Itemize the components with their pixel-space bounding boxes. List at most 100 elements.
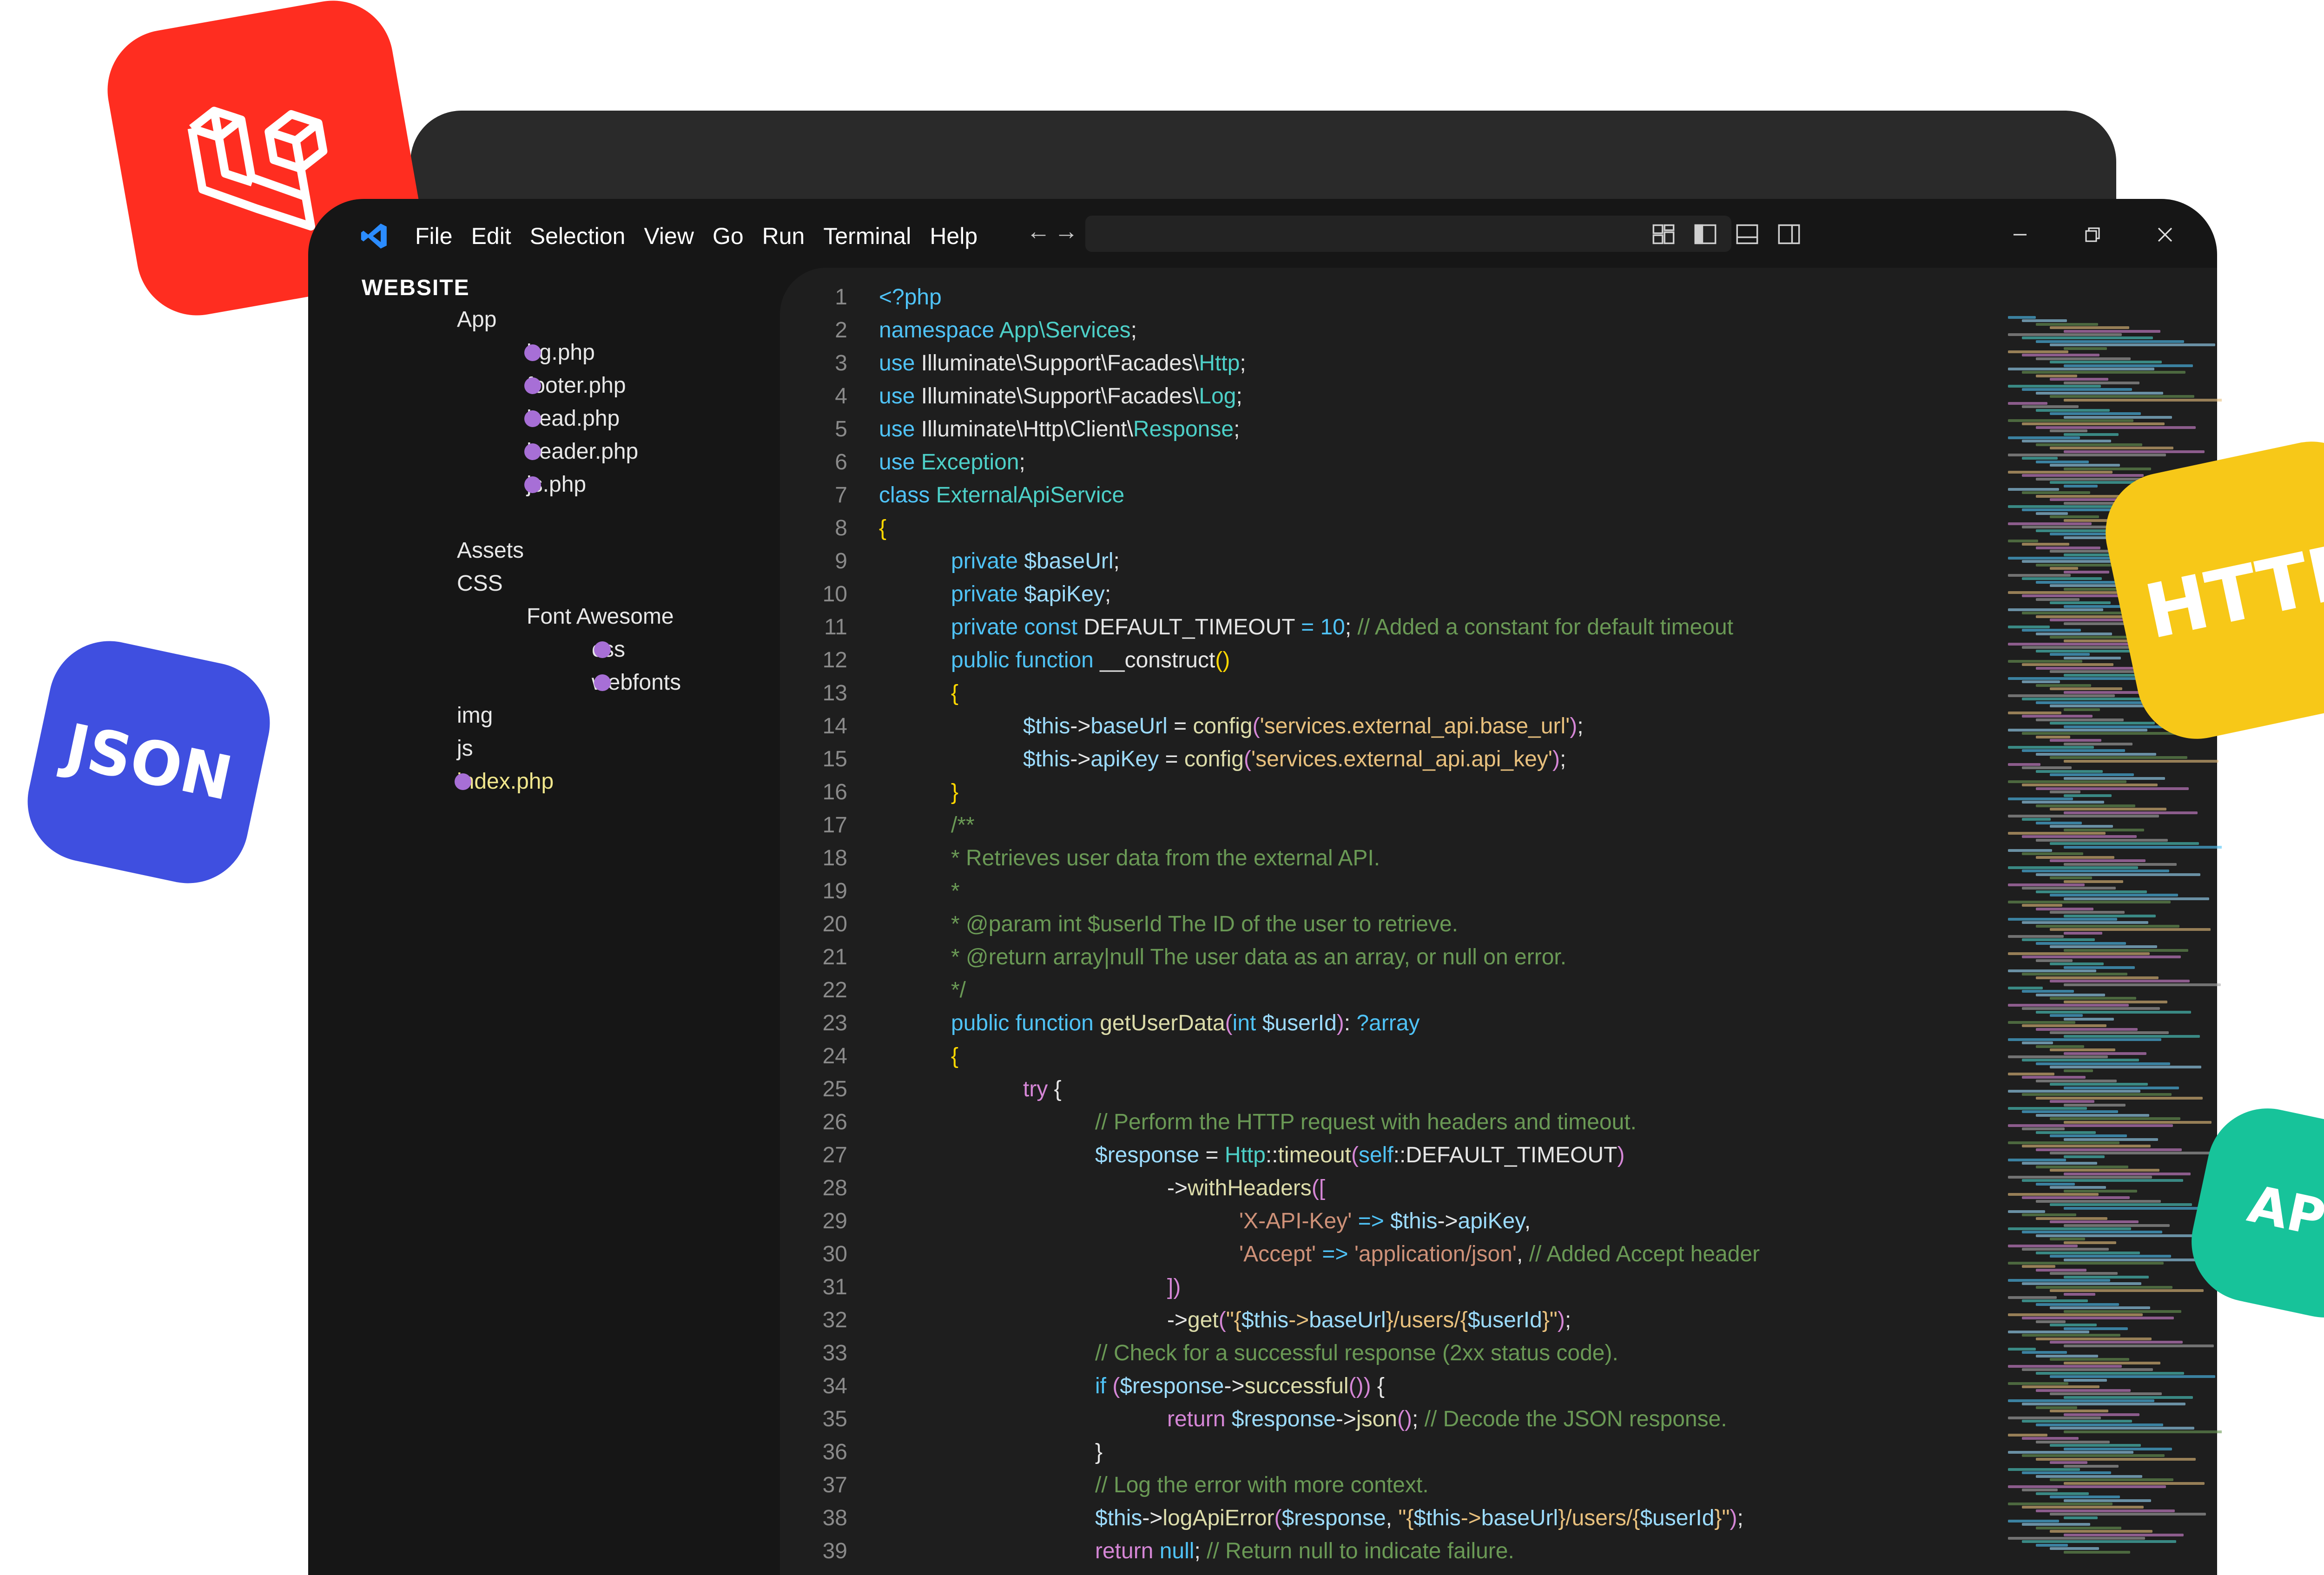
minimap-line [2050, 1048, 2115, 1052]
explorer-item[interactable]: img [457, 702, 493, 730]
code-token: -> [1335, 1407, 1356, 1431]
minimap-line [2022, 852, 2083, 856]
minimap-line [2008, 883, 2085, 886]
code-editor[interactable]: 1 <?php 2 namespace App\Services; 3 use Illum… [780, 268, 2217, 1575]
minimap-line [2064, 759, 2218, 763]
explorer-item[interactable]: Font Awesome [527, 603, 674, 631]
code-token: 'services.external_api.base_url' [1260, 714, 1570, 738]
nav-arrows[interactable]: ←→ [1026, 217, 1082, 245]
code-line: 38 $this->logApiError($response, "{$this-… [780, 1502, 2217, 1535]
menu-item-run[interactable]: Run [753, 219, 814, 253]
menu-item-help[interactable]: Help [920, 219, 987, 253]
explorer-item[interactable]: js [457, 735, 473, 763]
explorer-item[interactable]: footer.php [527, 372, 626, 400]
minimap-line [2050, 343, 2215, 347]
minimap-line [2050, 1272, 2118, 1275]
minimap-line [2036, 391, 2163, 395]
minimap-line [2022, 1059, 2139, 1062]
line-number: 5 [835, 417, 847, 442]
explorer-item[interactable]: CSS [457, 570, 503, 598]
minimap-line [2050, 962, 2104, 966]
code-line: 8{ [780, 512, 2217, 545]
minimap-line [2036, 632, 2112, 635]
minimap-line [2050, 1341, 2183, 1344]
explorer-root-folder[interactable]: WEBSITE [362, 274, 470, 302]
minimap-line [2064, 1189, 2137, 1193]
minimap-line [2008, 1537, 2145, 1540]
code-token: public function [951, 1011, 1100, 1035]
toggle-panel-icon[interactable] [1735, 222, 1759, 246]
minimap-line [2008, 333, 2122, 336]
minimap-line [2008, 1004, 2129, 1007]
code-token: ]) [1167, 1275, 1181, 1299]
minimap-line [2022, 474, 2144, 477]
minimap-line [2008, 1262, 2164, 1265]
line-number: 27 [822, 1143, 847, 1167]
minimap-line [2050, 429, 2087, 433]
code-token: self [1358, 1143, 1393, 1167]
minimize-button[interactable] [2000, 215, 2040, 255]
menu-item-terminal[interactable]: Terminal [814, 219, 920, 253]
minimap-line [2036, 1234, 2193, 1237]
minimap-line [2008, 712, 2061, 714]
menu-item-file[interactable]: File [406, 219, 462, 253]
layout-controls [1651, 222, 1801, 246]
line-number: 18 [822, 846, 847, 870]
minimap-line [2022, 1093, 2172, 1096]
code-token: // Added Accept header [1529, 1242, 1760, 1266]
explorer-item[interactable]: index.php [457, 768, 554, 796]
restore-button[interactable] [2073, 215, 2113, 255]
code-token: __construct [1100, 648, 1215, 672]
line-number: 17 [822, 813, 847, 837]
minimap-line [2064, 1361, 2160, 1364]
menu-item-view[interactable]: View [634, 219, 703, 253]
code-text: 'Accept' => 'application/json', // Added… [1239, 1238, 1760, 1271]
line-number: 14 [822, 714, 847, 738]
code-token: config [1184, 747, 1244, 771]
minimap-line [2022, 1041, 2053, 1045]
code-token: -> [1070, 714, 1091, 738]
minimap-line [2064, 1413, 2139, 1416]
toggle-secondary-sidebar-icon[interactable] [1777, 222, 1801, 246]
minimap-line [2022, 784, 2158, 787]
minimap-line [2064, 863, 2177, 866]
code-token: () [1215, 648, 1230, 672]
code-token: null [1159, 1539, 1195, 1563]
minimap-line [2036, 1268, 2086, 1272]
code-token: 'services.external_api.api_key' [1251, 747, 1552, 771]
menu-item-go[interactable]: Go [703, 219, 753, 253]
minimap-line [2064, 1258, 2202, 1261]
line-number: 30 [822, 1242, 847, 1266]
code-text: return null; // Return null to indicate … [1095, 1535, 1514, 1568]
minimap-line [2050, 447, 2173, 450]
code-token: { [951, 681, 959, 705]
code-token: = [1199, 1143, 1225, 1167]
code-token: // Check for a successful response (2xx … [1095, 1341, 1618, 1365]
minimap-line [2064, 467, 2151, 470]
line-number: 10 [822, 582, 847, 606]
toggle-primary-sidebar-icon[interactable] [1693, 222, 1717, 246]
code-line: 24 { [780, 1040, 2217, 1073]
menu-bar: File Edit Selection View Go Run Terminal Help [406, 219, 987, 253]
minimap-line [2050, 1478, 2173, 1482]
minimap-line [2036, 409, 2110, 412]
explorer-item[interactable]: header.php [527, 438, 638, 466]
close-button[interactable] [2145, 215, 2185, 255]
file-modified-dot-icon [455, 773, 471, 790]
menu-item-edit[interactable]: Edit [462, 219, 521, 253]
minimap-line [2036, 1045, 2084, 1048]
minimap-line [2036, 1251, 2140, 1254]
minimap-line [2050, 773, 2134, 777]
menu-item-selection[interactable]: Selection [521, 219, 635, 253]
code-token: -> [1288, 1308, 1309, 1332]
code-line: 6 use Exception; [780, 446, 2217, 479]
explorer-item[interactable]: App [457, 306, 496, 334]
explorer-item[interactable]: Assets [457, 537, 524, 565]
minimap-line [2036, 1303, 2119, 1306]
customize-layout-icon[interactable] [1651, 222, 1676, 246]
line-number: 35 [822, 1407, 847, 1431]
minimap-line [2064, 1550, 2130, 1554]
command-center-search[interactable] [1085, 216, 1731, 252]
code-token: ()) [1348, 1374, 1371, 1398]
api-badge-label: API [2243, 1173, 2324, 1252]
